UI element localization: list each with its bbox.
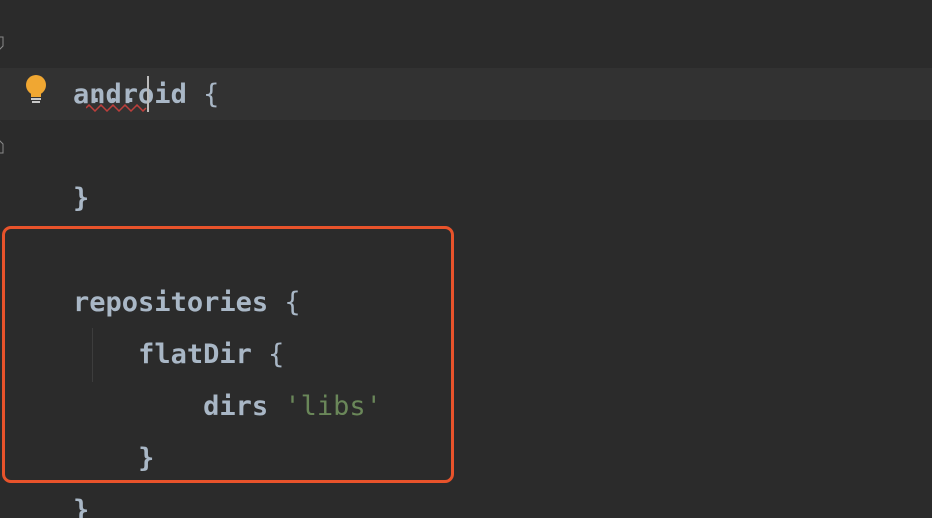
code-line-android-open[interactable]: android { (8, 17, 219, 110)
code-editor[interactable]: android { ... } repositories { flatDir {… (0, 0, 932, 518)
code-line-android-close[interactable]: } (8, 121, 89, 214)
fold-end-marker-icon[interactable] (0, 140, 6, 154)
error-squiggle (86, 104, 147, 112)
lightbulb-icon[interactable] (22, 74, 50, 106)
close-brace: } (73, 183, 90, 214)
open-brace: { (186, 79, 220, 110)
close-brace: } (73, 495, 90, 518)
fold-marker-icon[interactable] (0, 36, 6, 50)
annotation-highlight-box (2, 226, 454, 483)
text-caret (147, 76, 149, 112)
